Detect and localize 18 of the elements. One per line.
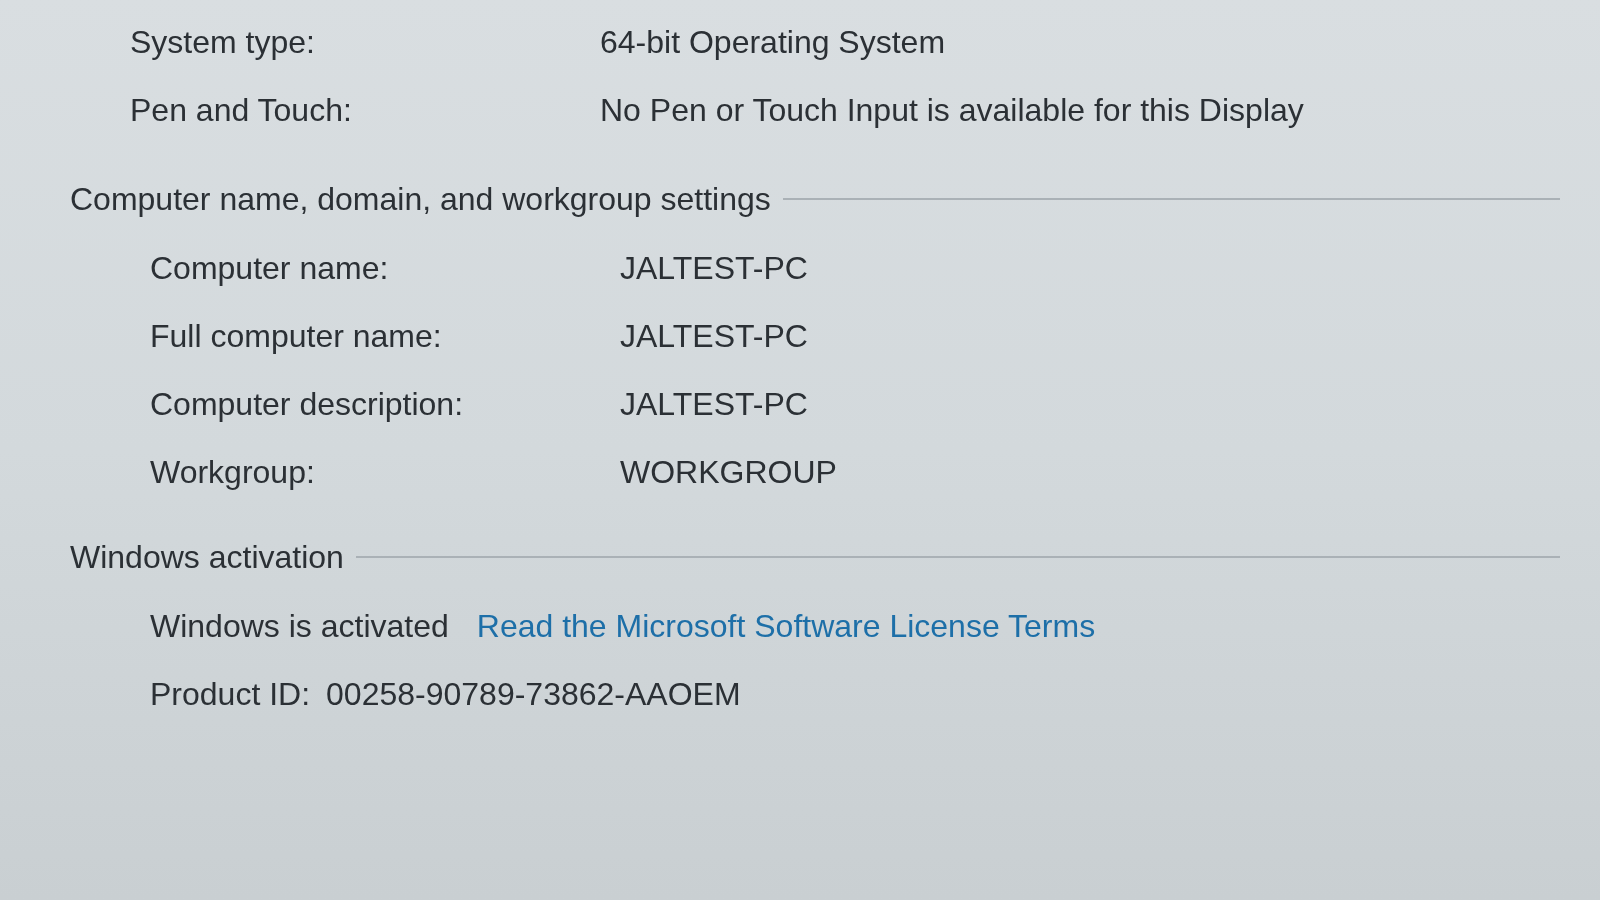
field-value: WORKGROUP (620, 453, 837, 492)
field-value: 64-bit Operating System (600, 23, 946, 62)
field-label: Full computer name: (150, 317, 442, 356)
section-heading: Computer name, domain, and workgroup settings (70, 180, 771, 219)
product-id-value: 00258-90789-73862-AAOEM (326, 675, 741, 714)
section-heading: Windows activation (70, 538, 344, 577)
product-id-label: Product ID: (150, 675, 311, 714)
field-value: JALTEST-PC (620, 317, 808, 356)
activation-status: Windows is activated (150, 607, 449, 646)
field-label: Pen and Touch: (130, 91, 352, 130)
license-terms-link[interactable]: Read the Microsoft Software License Terms (476, 602, 1096, 650)
field-value: JALTEST-PC (620, 249, 808, 288)
field-label: System type: (130, 23, 315, 62)
field-label: Workgroup: (150, 453, 315, 492)
field-label: Computer description: (150, 385, 464, 424)
field-value: No Pen or Touch Input is available for this Display (600, 91, 1304, 130)
field-label: Computer name: (150, 249, 389, 288)
field-value: JALTEST-PC (620, 385, 808, 424)
